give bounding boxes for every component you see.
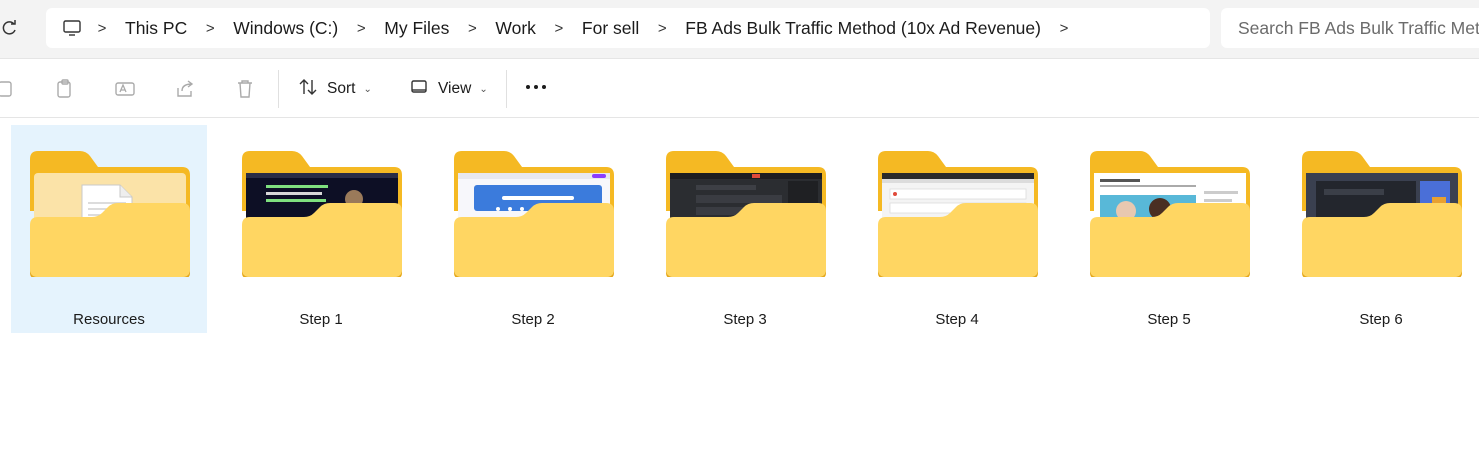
sort-button[interactable]: Sort ⌄	[298, 78, 372, 100]
folder-tile-step-3[interactable]: Step 3	[647, 125, 843, 333]
folder-label: Step 5	[1147, 311, 1191, 328]
chevron-right-icon[interactable]: >	[83, 20, 121, 37]
chevron-down-icon: ⌄	[363, 83, 372, 95]
sort-label: Sort	[327, 80, 356, 97]
folder-grid: Resources Step 1 Step 2 Step 3 Step 4 St…	[0, 125, 1479, 335]
folder-label: Resources	[73, 311, 145, 328]
folder-tile-step-6[interactable]: Step 6	[1283, 125, 1479, 333]
breadcrumb-item-current[interactable]: FB Ads Bulk Traffic Method (10x Ad Reven…	[681, 18, 1045, 39]
folder-label: Step 2	[511, 311, 555, 328]
view-label: View	[438, 80, 472, 97]
address-bar-row: > This PC > Windows (C:) > My Files > Wo…	[0, 0, 1479, 59]
breadcrumb-item[interactable]: My Files	[380, 18, 453, 39]
breadcrumb-item[interactable]: Windows (C:)	[229, 18, 342, 39]
copy-icon[interactable]	[0, 78, 16, 100]
search-box[interactable]: Search FB Ads Bulk Traffic Meth	[1221, 8, 1479, 48]
view-button[interactable]: View ⌄	[409, 78, 488, 100]
folder-label: Step 3	[723, 311, 767, 328]
delete-icon[interactable]	[234, 78, 256, 100]
folder-tile-step-1[interactable]: Step 1	[223, 125, 419, 333]
folder-icon	[666, 151, 826, 277]
folder-icon	[242, 151, 402, 277]
folder-label: Step 4	[935, 311, 979, 328]
folder-icon	[1090, 151, 1250, 277]
chevron-right-icon[interactable]: >	[643, 20, 681, 37]
sort-icon	[298, 77, 318, 102]
breadcrumb-item[interactable]: For sell	[578, 18, 643, 39]
folder-tile-step-4[interactable]: Step 4	[859, 125, 1055, 333]
toolbar-divider	[278, 70, 279, 108]
folder-label: Step 1	[299, 311, 343, 328]
folder-tile-resources[interactable]: Resources	[11, 125, 207, 333]
breadcrumb-item[interactable]: This PC	[121, 18, 191, 39]
command-bar: Sort ⌄ View ⌄	[0, 59, 1479, 118]
search-placeholder[interactable]: Search FB Ads Bulk Traffic Meth	[1238, 18, 1479, 39]
share-icon[interactable]	[174, 78, 196, 100]
rename-icon[interactable]	[114, 78, 136, 100]
toolbar-divider	[506, 70, 507, 108]
chevron-right-icon[interactable]: >	[191, 20, 229, 37]
folder-icon	[454, 151, 614, 277]
folder-tile-step-2[interactable]: Step 2	[435, 125, 631, 333]
chevron-down-icon: ⌄	[479, 83, 488, 95]
breadcrumb[interactable]: > This PC > Windows (C:) > My Files > Wo…	[46, 8, 1210, 48]
folder-icon	[30, 151, 190, 277]
folder-icon	[1302, 151, 1462, 277]
folder-label: Step 6	[1359, 311, 1403, 328]
paste-icon[interactable]	[54, 78, 76, 100]
view-icon	[409, 77, 429, 102]
folder-icon	[878, 151, 1038, 277]
chevron-right-icon[interactable]: >	[342, 20, 380, 37]
folder-tile-step-5[interactable]: Step 5	[1071, 125, 1267, 333]
chevron-right-icon[interactable]: >	[540, 20, 578, 37]
chevron-right-icon[interactable]: >	[1045, 20, 1083, 37]
chevron-right-icon[interactable]: >	[453, 20, 491, 37]
refresh-icon[interactable]	[0, 18, 20, 38]
more-options-icon[interactable]	[526, 85, 546, 89]
breadcrumb-item[interactable]: Work	[491, 18, 540, 39]
this-pc-icon[interactable]	[61, 17, 83, 39]
